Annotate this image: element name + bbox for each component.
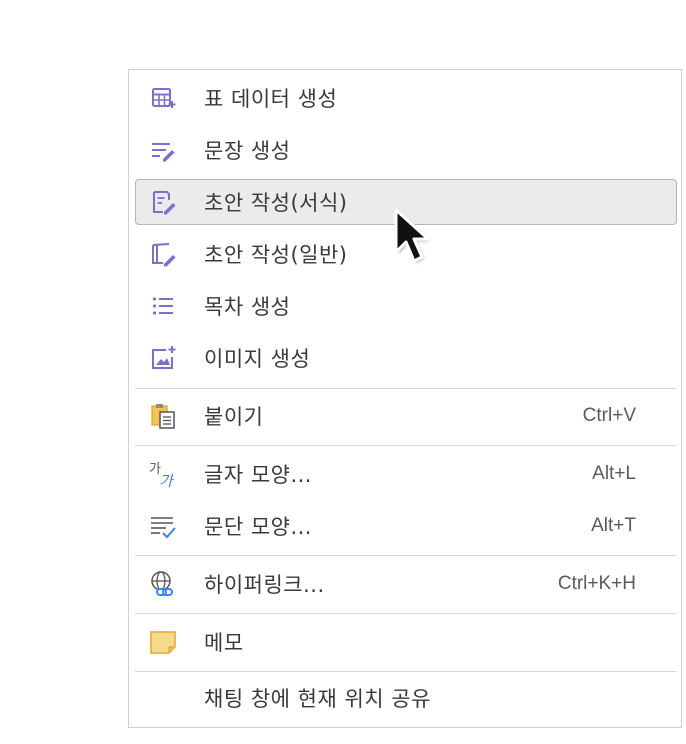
menu-item-label: 글자 모양...	[204, 463, 312, 487]
menu-item-label: 문단 모양...	[204, 515, 312, 539]
mouse-cursor-icon	[394, 208, 430, 263]
card-pen-icon	[152, 243, 176, 267]
menu-item-paste[interactable]: 붙이기 Ctrl+V	[135, 393, 677, 439]
menu-separator	[135, 555, 677, 556]
lines-pen-icon	[152, 143, 175, 162]
menu-item-char-shape[interactable]: 가 가 글자 모양... Alt+L	[135, 451, 677, 497]
menu-item-label: 표 데이터 생성	[204, 87, 338, 111]
context-menu: 표 데이터 생성 문장 생성 초안 작성(서식) 초안 작성(일반) 목차 생성…	[128, 69, 682, 728]
menu-item-label: 문장 생성	[204, 139, 291, 163]
shortcut-label: Ctrl+V	[582, 405, 636, 426]
globe-link-icon	[151, 571, 173, 596]
list-icon	[152, 297, 173, 315]
menu-separator	[135, 388, 677, 389]
table-sparkle-icon	[152, 88, 176, 108]
menu-item-label: 채팅 창에 현재 위치 공유	[204, 687, 431, 711]
document-pen-icon	[153, 191, 176, 215]
shortcut-label: Alt+L	[592, 463, 636, 484]
menu-item-label: 초안 작성(일반)	[204, 243, 348, 267]
paragraph-shape-icon	[151, 517, 176, 539]
menu-item-label: 메모	[204, 631, 244, 655]
clipboard-icon	[151, 404, 175, 429]
menu-item-label: 하이퍼링크...	[204, 573, 325, 597]
menu-item-image[interactable]: 이미지 생성	[135, 335, 677, 381]
menu-item-share-location[interactable]: 채팅 창에 현재 위치 공유	[135, 675, 677, 721]
menu-item-toc[interactable]: 목차 생성	[135, 283, 677, 329]
menu-item-sentence[interactable]: 문장 생성	[135, 127, 677, 173]
svg-text:가: 가	[159, 472, 175, 489]
shortcut-label: Ctrl+K+H	[557, 573, 636, 594]
menu-item-label: 초안 작성(서식)	[204, 191, 348, 215]
menu-item-table-data[interactable]: 표 데이터 생성	[135, 75, 677, 121]
memo-icon	[150, 631, 176, 654]
menu-separator	[135, 613, 677, 614]
menu-item-label: 목차 생성	[204, 295, 291, 319]
menu-item-label: 붙이기	[204, 405, 264, 429]
menu-item-label: 이미지 생성	[204, 347, 311, 371]
menu-item-hyperlink[interactable]: 하이퍼링크... Ctrl+K+H	[135, 561, 677, 607]
image-sparkle-icon	[152, 346, 176, 369]
menu-separator	[135, 445, 677, 446]
shortcut-label: Alt+T	[591, 515, 636, 536]
menu-item-memo[interactable]: 메모	[135, 619, 677, 665]
menu-item-para-shape[interactable]: 문단 모양... Alt+T	[135, 503, 677, 549]
menu-separator	[135, 671, 677, 672]
character-shape-icon: 가 가	[149, 462, 175, 489]
